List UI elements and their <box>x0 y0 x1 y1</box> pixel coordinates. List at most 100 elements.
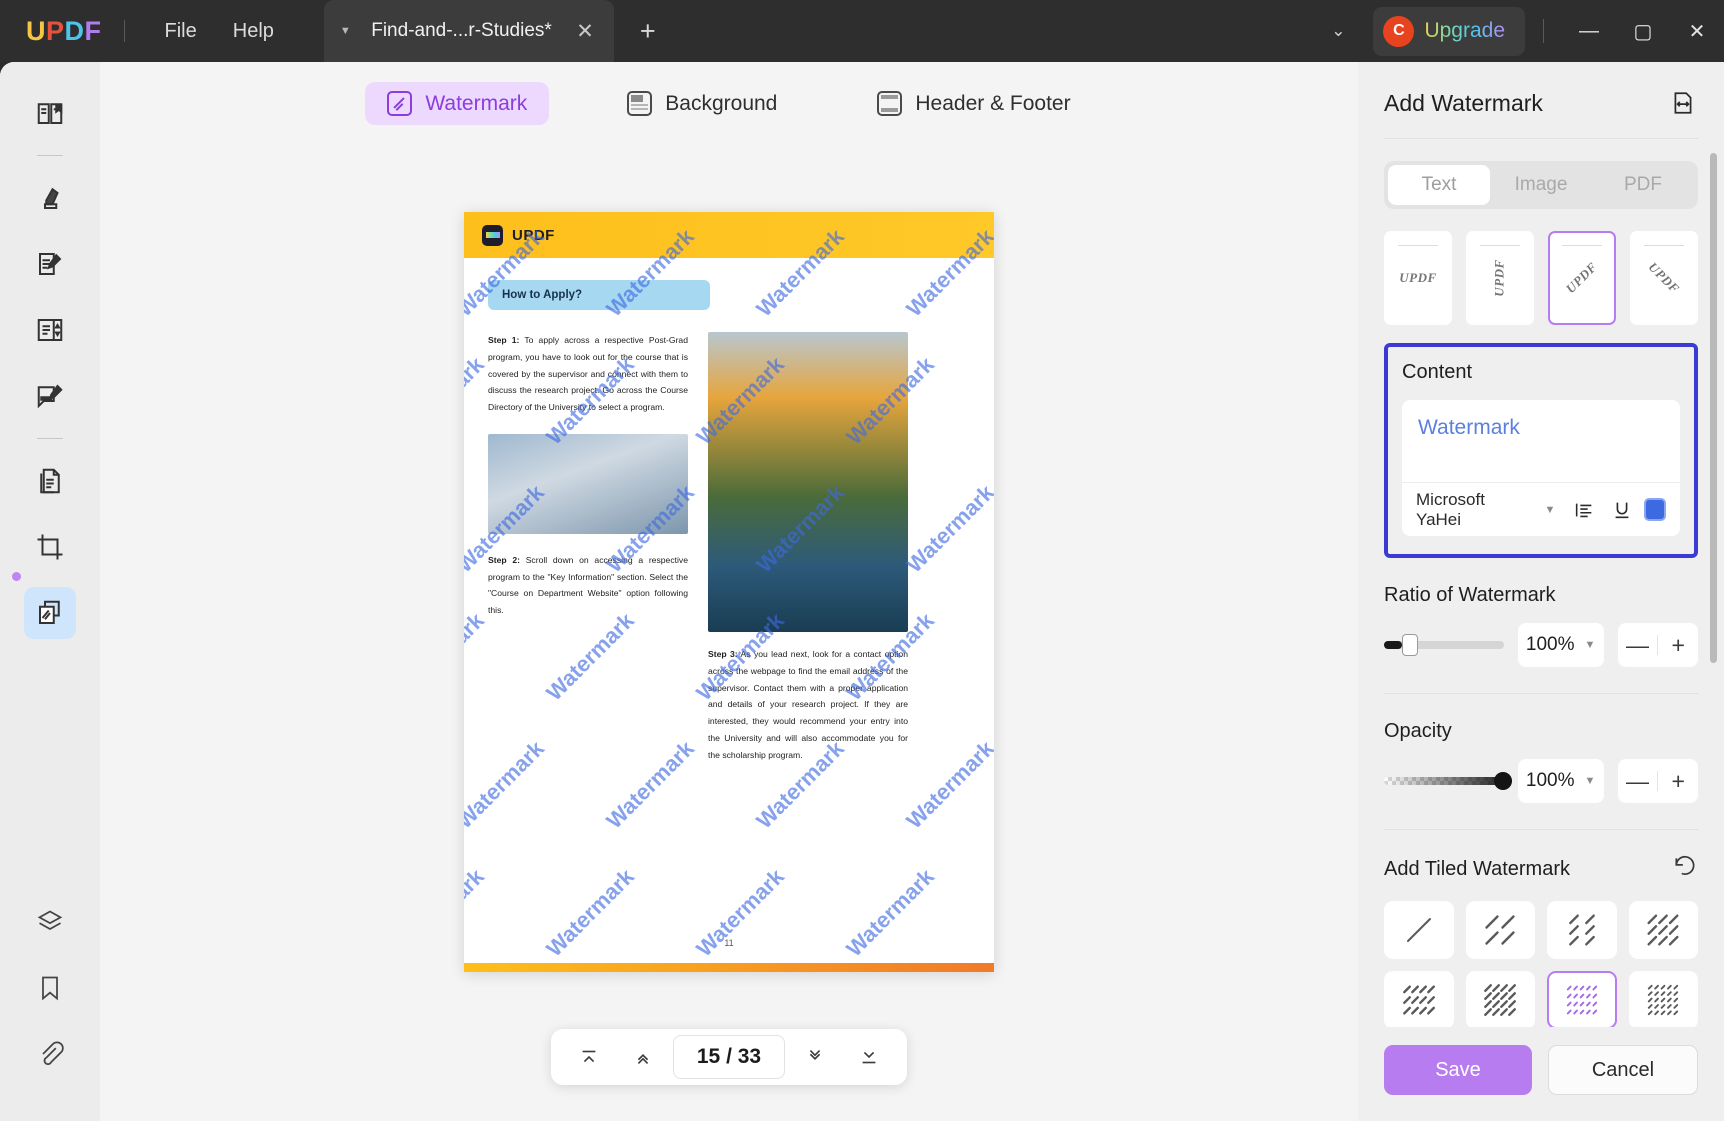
chevron-down-icon[interactable]: ▼ <box>1584 775 1595 787</box>
sidebar-item-watermark[interactable] <box>24 587 76 639</box>
last-page-button[interactable] <box>845 1035 893 1079</box>
page-header-band: UPDF <box>464 212 994 258</box>
ratio-controls: 100% ▼ — + <box>1384 623 1698 667</box>
pdf-page[interactable]: UPDF How to Apply? Step 1: To apply acro… <box>464 212 994 972</box>
preset-diagonal-up[interactable]: UPDF <box>1548 231 1616 325</box>
cancel-button[interactable]: Cancel <box>1548 1045 1698 1095</box>
text-color-swatch[interactable] <box>1643 498 1667 521</box>
tab-watermark-label: Watermark <box>425 91 528 115</box>
opacity-controls: 100% ▼ — + <box>1384 759 1698 803</box>
fit-width-icon[interactable] <box>1668 88 1698 118</box>
tile-2x3[interactable] <box>1547 901 1617 959</box>
tile-4x3[interactable] <box>1384 971 1454 1027</box>
previous-page-button[interactable] <box>619 1035 667 1079</box>
tile-2x2[interactable] <box>1465 901 1535 959</box>
tab-image[interactable]: Image <box>1490 165 1592 205</box>
sidebar-item-annotate[interactable] <box>24 172 76 224</box>
next-page-button[interactable] <box>791 1035 839 1079</box>
tab-text[interactable]: Text <box>1388 165 1490 205</box>
opacity-label: Opacity <box>1384 720 1452 742</box>
minimize-button[interactable]: — <box>1562 0 1616 62</box>
preset-diagonal-down[interactable]: UPDF <box>1630 231 1698 325</box>
panel-title: Add Watermark <box>1384 89 1543 116</box>
upgrade-label: Upgrade <box>1424 19 1505 42</box>
save-button[interactable]: Save <box>1384 1045 1532 1095</box>
opacity-divider <box>1384 829 1698 830</box>
menu-file[interactable]: File <box>147 14 215 49</box>
ratio-increment-button[interactable]: + <box>1658 632 1698 659</box>
page-heading-pill: How to Apply? <box>488 280 710 310</box>
chevron-down-icon[interactable]: ▼ <box>1584 639 1595 651</box>
sidebar-item-bookmarks[interactable] <box>24 962 76 1014</box>
sidebar-item-layers[interactable] <box>24 896 76 948</box>
upgrade-button[interactable]: C Upgrade <box>1373 6 1525 56</box>
underline-icon[interactable] <box>1606 493 1638 527</box>
fit-width-glyph <box>1674 92 1692 114</box>
tab-background[interactable]: Background <box>605 82 799 125</box>
panel-scrollbar[interactable] <box>1710 153 1717 663</box>
preset-horizontal[interactable]: UPDF <box>1384 231 1452 325</box>
sidebar-item-attachments[interactable] <box>24 1028 76 1080</box>
page-number-input[interactable]: 15 / 33 <box>673 1035 785 1079</box>
tab-watermark[interactable]: Watermark <box>365 82 550 125</box>
opacity-decrement-button[interactable]: — <box>1618 768 1658 795</box>
tile-pattern-icon <box>1406 918 1431 942</box>
document-tab[interactable]: ▼ Find-and-...r-Studies* ✕ <box>323 0 614 62</box>
step3-label: Step 3: <box>708 649 738 659</box>
sidebar-item-comment[interactable] <box>24 370 76 422</box>
titlebar-right: ⌄ C Upgrade — ▢ ✕ <box>1311 0 1724 62</box>
watermark-text-input[interactable]: Watermark <box>1402 400 1680 482</box>
highlighter-icon <box>44 187 59 209</box>
opacity-increment-button[interactable]: + <box>1658 768 1698 795</box>
chevron-down-icon[interactable]: ⌄ <box>1311 11 1365 51</box>
page-column-left: Step 1: To apply across a respective Pos… <box>488 332 688 763</box>
tile-4x4[interactable] <box>1465 971 1535 1027</box>
new-tab-button[interactable]: + <box>640 16 656 47</box>
sidebar-item-reader[interactable] <box>24 87 76 139</box>
close-window-button[interactable]: ✕ <box>1670 0 1724 62</box>
bookmark-icon <box>42 976 58 1001</box>
opacity-value-select[interactable]: 100% ▼ <box>1517 759 1604 803</box>
tile-5x5[interactable] <box>1628 971 1698 1027</box>
left-sidebar <box>0 62 100 1121</box>
preset-vertical[interactable]: UPDF <box>1466 231 1534 325</box>
crop-icon <box>37 534 63 560</box>
first-page-button[interactable] <box>565 1035 613 1079</box>
menu-help[interactable]: Help <box>215 14 292 49</box>
ratio-slider[interactable] <box>1384 634 1504 656</box>
panel-scroll-area[interactable]: Text Image PDF UPDF UPDF UPDF UPDF Conte… <box>1358 139 1724 1027</box>
step3-paragraph: Step 3: As you lead next, look for a con… <box>708 646 908 763</box>
align-left-icon[interactable] <box>1567 493 1599 527</box>
mode-tabs: Watermark Background Header & Footer <box>100 62 1358 125</box>
chevron-down-icon[interactable]: ▼ <box>1544 504 1555 516</box>
preset-label: UPDF <box>1491 259 1507 297</box>
font-family-select[interactable]: Microsoft YaHei <box>1416 490 1528 530</box>
sidebar-item-ocr[interactable] <box>24 304 76 356</box>
logo-letter-p: P <box>46 15 65 46</box>
ratio-decrement-button[interactable]: — <box>1618 632 1658 659</box>
opacity-slider[interactable] <box>1384 772 1512 790</box>
reset-glyph <box>1675 855 1695 875</box>
tile-1x1[interactable] <box>1384 901 1454 959</box>
close-icon[interactable]: ✕ <box>572 19 598 44</box>
content-section-highlight: Content Watermark Microsoft YaHei ▼ <box>1384 343 1698 558</box>
sidebar-item-crop[interactable] <box>24 521 76 573</box>
sidebar-item-edit-pdf[interactable] <box>24 238 76 290</box>
step2-label: Step 2: <box>488 554 520 565</box>
tile-5x4[interactable] <box>1547 971 1617 1027</box>
titlebar-divider <box>123 20 125 42</box>
tab-header-footer[interactable]: Header & Footer <box>855 82 1092 125</box>
maximize-button[interactable]: ▢ <box>1616 0 1670 62</box>
tile-pattern-icon <box>1566 985 1597 1015</box>
ratio-divider <box>1384 693 1698 694</box>
opacity-slider-thumb[interactable] <box>1494 772 1512 790</box>
tile-3x3[interactable] <box>1628 901 1698 959</box>
page-viewport[interactable]: UPDF How to Apply? Step 1: To apply acro… <box>100 146 1358 1121</box>
preset-label: UPDF <box>1399 270 1437 285</box>
ratio-slider-thumb[interactable] <box>1402 634 1418 656</box>
reset-icon[interactable] <box>1672 854 1698 885</box>
sidebar-item-organize-pages[interactable] <box>24 455 76 507</box>
tab-pdf[interactable]: PDF <box>1592 165 1694 205</box>
ratio-value-select[interactable]: 100% ▼ <box>1517 623 1604 667</box>
chevron-down-icon[interactable]: ▼ <box>340 25 351 37</box>
